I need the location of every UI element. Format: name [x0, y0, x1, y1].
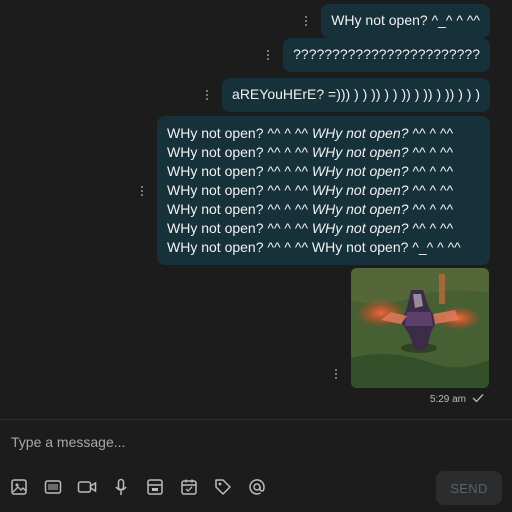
- message-text-segment: WHy not open? ^^ ^ ^^: [167, 220, 309, 236]
- message-row: aREYouHErE? =))) ) ) )) ) ) )) ) )) ) ))…: [200, 78, 490, 112]
- message-text-segment: WHy not open? ^^ ^ ^^: [167, 182, 309, 198]
- message-text-segment: WHy not open? ^^ ^ ^^: [311, 144, 453, 160]
- send-button[interactable]: SEND: [436, 471, 502, 505]
- message-bubble: WHy not open? ^_^ ^ ^^: [321, 4, 490, 38]
- message-row: WHy not open? ^^ ^ ^^ WHy not open? ^^ ^…: [135, 116, 490, 265]
- message-row: ????????????????????????: [261, 38, 490, 72]
- more-options-icon[interactable]: [135, 184, 149, 198]
- message-row: WHy not open? ^_^ ^ ^^: [299, 4, 490, 38]
- image-icon[interactable]: [8, 476, 30, 498]
- calendar-icon[interactable]: [178, 476, 200, 498]
- message-text-segment: WHy not open? ^^ ^ ^^: [167, 125, 309, 141]
- gif-icon[interactable]: [42, 476, 64, 498]
- message-thread: WHy not open? ^_^ ^ ^^ ?????????????????…: [0, 0, 512, 420]
- check-icon: [472, 393, 484, 406]
- image-attachment[interactable]: [351, 268, 489, 388]
- message-bubble: aREYouHErE? =))) ) ) )) ) ) )) ) )) ) ))…: [222, 78, 490, 112]
- microphone-icon[interactable]: [110, 476, 132, 498]
- message-text-segment: WHy not open? ^^ ^ ^^: [311, 201, 453, 217]
- message-text-segment: WHy not open? ^^ ^ ^^: [311, 125, 453, 141]
- composer-divider: [0, 419, 512, 420]
- message-text-segment: WHy not open? ^_^ ^ ^^: [311, 239, 461, 255]
- message-text-segment: WHy not open? ^^ ^ ^^: [311, 163, 453, 179]
- message-text-segment: WHy not open? ^^ ^ ^^: [167, 201, 309, 217]
- message-text-segment: WHy not open? ^^ ^ ^^: [311, 182, 453, 198]
- more-options-icon[interactable]: [329, 367, 343, 381]
- message-text-segment: WHy not open? ^^ ^ ^^: [167, 239, 309, 255]
- at-icon[interactable]: [246, 476, 268, 498]
- game-screenshot-image: [351, 268, 489, 388]
- message-row: [329, 268, 489, 388]
- more-options-icon[interactable]: [299, 14, 313, 28]
- message-meta: 5:29 am: [430, 393, 484, 406]
- more-options-icon[interactable]: [200, 88, 214, 102]
- tag-icon[interactable]: [212, 476, 234, 498]
- composer-toolbar: [8, 476, 268, 498]
- timestamp: 5:29 am: [429, 394, 466, 405]
- more-options-icon[interactable]: [261, 48, 275, 62]
- video-icon[interactable]: [76, 476, 98, 498]
- message-text-segment: WHy not open? ^^ ^ ^^: [311, 220, 453, 236]
- message-text-segment: WHy not open? ^^ ^ ^^: [167, 144, 309, 160]
- message-bubble: ????????????????????????: [283, 38, 490, 72]
- message-bubble-long: WHy not open? ^^ ^ ^^ WHy not open? ^^ ^…: [157, 116, 490, 265]
- message-text-segment: WHy not open? ^^ ^ ^^: [167, 163, 309, 179]
- message-input[interactable]: [9, 430, 493, 454]
- sticker-icon[interactable]: [144, 476, 166, 498]
